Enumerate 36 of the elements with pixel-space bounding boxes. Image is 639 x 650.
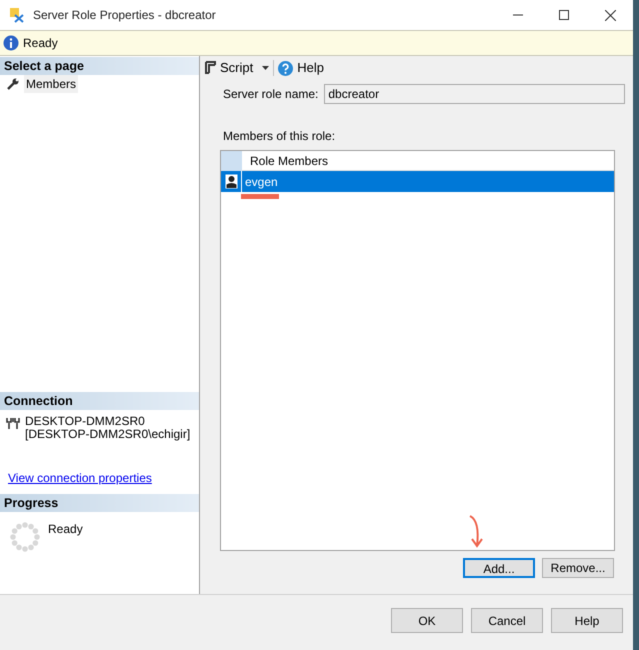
help-button[interactable]: Help — [278, 58, 324, 78]
member-button[interactable]: Remove... — [542, 558, 614, 578]
help-icon — [278, 60, 294, 76]
members-label: Members of this role: — [223, 128, 336, 145]
section-header: Select a page — [0, 57, 199, 75]
server-name: DESKTOP-DMM2SR0 — [25, 415, 146, 428]
dialog-button[interactable]: Help — [551, 608, 623, 633]
wrench-icon — [7, 78, 19, 90]
caret-icon — [262, 66, 270, 70]
maximize-icon — [559, 10, 569, 20]
arrow-icon — [468, 515, 484, 548]
column-header[interactable]: Role Members — [250, 152, 328, 170]
field-label: Server role name: — [223, 86, 318, 103]
section-header: Progress — [0, 494, 199, 512]
info-icon — [3, 35, 19, 51]
close-icon — [604, 10, 616, 20]
member-button[interactable]: Add... — [463, 558, 535, 578]
member-row[interactable]: evgen — [221, 171, 614, 192]
connection-link[interactable]: View connection properties — [8, 469, 152, 487]
dialog-button[interactable]: OK — [391, 608, 463, 633]
connection-icon — [6, 417, 20, 429]
page-item[interactable]: Members — [24, 74, 78, 92]
progress-status: Ready — [48, 521, 83, 538]
spinner-icon — [10, 522, 40, 552]
section-header: Connection — [0, 392, 199, 410]
user-icon — [224, 174, 238, 189]
dialog-button[interactable]: Cancel — [471, 608, 543, 633]
script-icon — [204, 61, 217, 75]
app-icon — [9, 7, 25, 23]
script-button[interactable]: Script — [204, 58, 270, 78]
role-name-field[interactable]: dbcreator — [324, 84, 626, 104]
status-text: Ready — [23, 35, 58, 52]
row-header-corner — [221, 151, 242, 171]
window-title: Server Role Properties - dbcreator — [33, 7, 216, 24]
user-name: [DESKTOP-DMM2SR0\echigir] — [25, 428, 190, 441]
annotation-underline — [241, 194, 279, 199]
